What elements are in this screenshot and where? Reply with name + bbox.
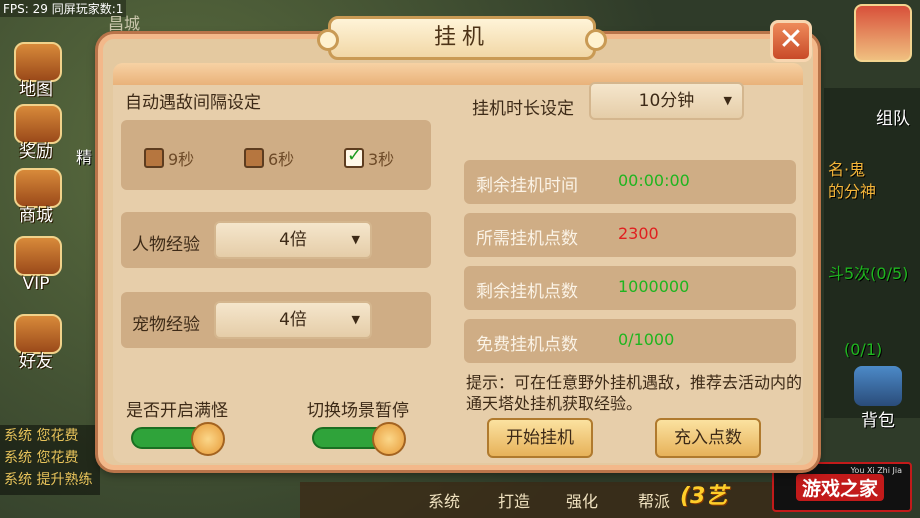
backpack-icon (854, 366, 902, 406)
map-label: 地图 (19, 80, 53, 100)
game-logo-text: (3艺 (680, 484, 728, 509)
interval-6s-label: 6秒 (268, 150, 295, 169)
duration-value: 10分钟 (638, 91, 695, 111)
pet-exp-label: 宠物经验 (132, 315, 200, 335)
recharge-points-button[interactable]: 充入点数 (655, 418, 761, 458)
duration-select[interactable]: 10分钟 ▼ (589, 82, 744, 120)
required-points-row: 所需挂机点数 2300 (464, 213, 796, 257)
interval-3s-label: 3秒 (368, 150, 395, 169)
checkbox-icon (244, 148, 264, 168)
required-points-value: 2300 (618, 224, 659, 243)
char-exp-label: 人物经验 (132, 235, 200, 255)
full-monster-label: 是否开启满怪 (126, 401, 228, 421)
player-avatar[interactable] (854, 4, 912, 62)
start-auto-battle-button[interactable]: 开始挂机 (487, 418, 593, 458)
chat-line: 系统 提升熟练 (4, 472, 93, 488)
dropdown-arrow-icon: ▼ (351, 233, 360, 246)
remaining-time-value: 00:00:00 (618, 171, 690, 190)
quest-line: (0/1) (844, 340, 883, 359)
duration-label: 挂机时长设定 (472, 99, 574, 119)
stat-label: 剩余挂机点数 (476, 282, 578, 302)
hint-text: 提示：可在任意野外挂机遇敌，推荐去活动内的通天塔处挂机获取经验。 (466, 373, 803, 413)
quest-line: 名·鬼 (828, 160, 866, 179)
char-exp-value: 4倍 (279, 230, 307, 250)
reward-menu[interactable]: 奖励 (4, 104, 68, 162)
crown-icon (14, 236, 62, 276)
backpack-button[interactable]: 背包 (848, 366, 908, 436)
remaining-points-value: 1000000 (618, 277, 690, 296)
dropdown-arrow-icon: ▼ (723, 94, 732, 107)
system-chat-log[interactable]: 系统 您花费 系统 您花费 系统 提升熟练 (0, 425, 100, 495)
char-exp-select[interactable]: 4倍 ▼ (214, 221, 372, 259)
full-monster-toggle[interactable] (131, 422, 225, 456)
vip-menu[interactable]: VIP (4, 236, 68, 294)
stat-label: 剩余挂机时间 (476, 176, 578, 196)
checkmark-icon (344, 145, 364, 168)
quest-line: 的分神 (828, 182, 877, 201)
vip-label: VIP (22, 274, 50, 294)
free-points-value: 0/1000 (618, 330, 675, 349)
interval-3s-checkbox[interactable]: 3秒 (344, 145, 395, 170)
bottom-menu-guild[interactable]: 帮派 (638, 488, 670, 512)
stat-label: 所需挂机点数 (476, 229, 578, 249)
toggle-knob (372, 422, 406, 456)
backpack-label: 背包 (861, 411, 895, 431)
interval-6s-checkbox[interactable]: 6秒 (244, 146, 294, 170)
interval-9s-label: 9秒 (168, 150, 195, 169)
stat-label: 免费挂机点数 (476, 335, 578, 355)
chat-line: 系统 您花费 (4, 428, 79, 444)
hidden-menu-peek: 精 (76, 148, 93, 167)
interval-9s-checkbox[interactable]: 9秒 (144, 146, 194, 170)
watermark-brand: 游戏之家 (796, 474, 885, 501)
remaining-time-row: 剩余挂机时间 00:00:00 (464, 160, 796, 204)
city-name: 昌城 (108, 14, 141, 33)
remaining-points-row: 剩余挂机点数 1000000 (464, 266, 796, 310)
dialog-title: 挂机 (317, 16, 607, 60)
pet-exp-select[interactable]: 4倍 ▼ (214, 301, 372, 339)
auto-encounter-label: 自动遇敌间隔设定 (125, 93, 261, 113)
friends-label: 好友 (19, 352, 53, 372)
pet-exp-value: 4倍 (279, 310, 307, 330)
reward-label: 奖励 (19, 142, 53, 162)
friends-menu[interactable]: 好友 (4, 314, 68, 372)
toggle-knob (191, 422, 225, 456)
close-button[interactable]: ✕ (770, 20, 812, 62)
shop-label: 商城 (19, 206, 53, 226)
bottom-menu-system[interactable]: 系统 (428, 488, 460, 512)
map-menu[interactable]: 地图 (4, 42, 68, 100)
pause-on-switch-label: 切换场景暂停 (307, 401, 409, 421)
pause-on-switch-toggle[interactable] (312, 422, 406, 456)
checkbox-icon (144, 148, 164, 168)
quest-line: 斗5次(0/5) (828, 264, 909, 283)
chat-line: 系统 您花费 (4, 450, 79, 466)
bottom-menu-forge[interactable]: 打造 (498, 488, 530, 512)
shop-menu[interactable]: 商城 (4, 168, 68, 226)
dropdown-arrow-icon: ▼ (351, 313, 360, 326)
free-points-row: 免费挂机点数 0/1000 (464, 319, 796, 363)
bottom-menu-enhance[interactable]: 强化 (566, 488, 598, 512)
team-button[interactable]: 组队 (876, 104, 910, 129)
